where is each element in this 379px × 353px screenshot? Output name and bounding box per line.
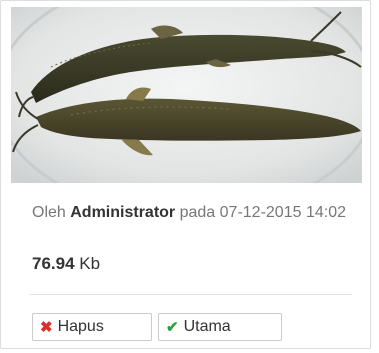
- catfish-photo[interactable]: [11, 7, 362, 183]
- file-size-value: 76.94: [32, 254, 75, 273]
- delete-button[interactable]: ✖ Hapus: [32, 313, 152, 341]
- meta-middle: pada: [179, 204, 216, 221]
- check-icon: ✔: [166, 318, 179, 336]
- divider: [30, 294, 352, 295]
- delete-button-label: Hapus: [57, 318, 104, 335]
- file-size-unit: Kb: [79, 254, 101, 273]
- upload-info: Oleh Administrator pada 07-12-2015 14:02: [32, 201, 352, 225]
- media-card: Oleh Administrator pada 07-12-2015 14:02…: [0, 0, 371, 349]
- cross-icon: ✖: [40, 318, 53, 336]
- set-main-button[interactable]: ✔ Utama: [158, 313, 282, 341]
- file-size: 76.94 Kb: [32, 254, 100, 274]
- set-main-button-label: Utama: [183, 318, 231, 335]
- author-name: Administrator: [70, 204, 176, 221]
- meta-prefix: Oleh: [32, 204, 66, 221]
- upload-date: 07-12-2015 14:02: [219, 204, 346, 221]
